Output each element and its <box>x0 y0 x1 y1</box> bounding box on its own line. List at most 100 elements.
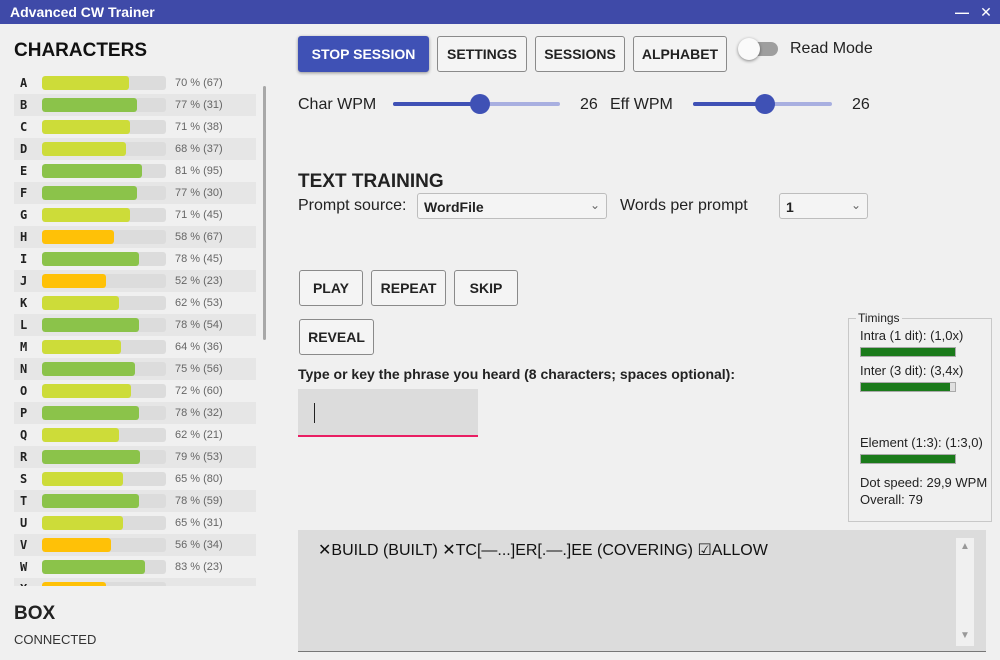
element-label: Element (1:3): (1:3,0) <box>860 435 983 450</box>
character-accuracy-fill <box>42 76 129 90</box>
character-stat: 65 % (80) <box>175 473 223 485</box>
char-wpm-slider-fill <box>393 102 480 106</box>
character-letter: A <box>20 76 28 90</box>
character-accuracy-bar <box>42 406 166 420</box>
alphabet-button[interactable]: ALPHABET <box>633 36 727 72</box>
phrase-input[interactable] <box>298 389 478 437</box>
character-letter: J <box>20 274 28 288</box>
close-button[interactable]: ✕ <box>976 2 996 22</box>
character-row[interactable]: O 72 % (60) <box>14 380 256 402</box>
character-row[interactable]: D 68 % (37) <box>14 138 256 160</box>
character-accuracy-fill <box>42 142 127 156</box>
repeat-button[interactable]: REPEAT <box>371 270 446 306</box>
character-stat: 75 % (56) <box>175 363 223 375</box>
character-letter: C <box>20 120 28 134</box>
scroll-up-icon[interactable]: ▲ <box>960 541 970 552</box>
scroll-down-icon[interactable]: ▼ <box>960 630 970 641</box>
character-stat: 68 % (37) <box>175 143 223 155</box>
character-stat: 72 % (60) <box>175 385 223 397</box>
character-letter: M <box>20 340 28 354</box>
character-accuracy-bar <box>42 472 166 486</box>
read-mode-label: Read Mode <box>790 40 873 57</box>
character-list-scrollbar[interactable] <box>263 86 266 340</box>
character-letter: L <box>20 318 28 332</box>
character-accuracy-fill <box>42 406 139 420</box>
sessions-button[interactable]: SESSIONS <box>535 36 625 72</box>
character-row[interactable]: H 58 % (67) <box>14 226 256 248</box>
read-mode-toggle-thumb[interactable] <box>738 38 760 60</box>
character-accuracy-bar <box>42 142 166 156</box>
words-per-prompt-select[interactable]: 1 ⌄ <box>779 193 868 219</box>
character-row[interactable]: L 78 % (54) <box>14 314 256 336</box>
character-letter: D <box>20 142 28 156</box>
character-stat: 64 % (36) <box>175 341 223 353</box>
character-accuracy-fill <box>42 120 131 134</box>
character-stat: 78 % (54) <box>175 319 223 331</box>
eff-wpm-slider[interactable] <box>693 94 832 114</box>
character-row[interactable]: C 71 % (38) <box>14 116 256 138</box>
stop-session-button[interactable]: STOP SESSION <box>298 36 429 72</box>
character-row[interactable]: U 65 % (31) <box>14 512 256 534</box>
character-row[interactable]: K 62 % (53) <box>14 292 256 314</box>
intra-bar <box>860 347 956 357</box>
chevron-down-icon: ⌄ <box>850 198 861 212</box>
character-row[interactable]: S 65 % (80) <box>14 468 256 490</box>
character-accuracy-bar <box>42 76 166 90</box>
character-row[interactable]: B 77 % (31) <box>14 94 256 116</box>
character-letter: R <box>20 450 28 464</box>
character-row[interactable]: I 78 % (45) <box>14 248 256 270</box>
character-row[interactable]: T 78 % (59) <box>14 490 256 512</box>
char-wpm-label: Char WPM <box>298 96 377 113</box>
eff-wpm-slider-thumb[interactable] <box>755 94 776 114</box>
text-caret <box>314 403 315 423</box>
character-stat: 65 % (31) <box>175 517 223 529</box>
character-accuracy-bar <box>42 362 166 376</box>
character-accuracy-fill <box>42 274 107 288</box>
character-row[interactable]: Q 62 % (21) <box>14 424 256 446</box>
play-button[interactable]: PLAY <box>299 270 363 306</box>
character-row[interactable]: J 52 % (23) <box>14 270 256 292</box>
character-stat: 52 % (23) <box>175 275 223 287</box>
character-accuracy-bar <box>42 274 166 288</box>
character-row[interactable]: R 79 % (53) <box>14 446 256 468</box>
overall-score: Overall: 79 <box>860 492 923 507</box>
character-stat: 71 % (45) <box>175 209 223 221</box>
char-wpm-slider[interactable] <box>393 94 560 114</box>
char-wpm-slider-thumb[interactable] <box>469 94 490 114</box>
character-letter: N <box>20 362 28 376</box>
character-row[interactable]: E 81 % (95) <box>14 160 256 182</box>
character-stat: 71 % (38) <box>175 121 223 133</box>
character-stat: 70 % (67) <box>175 77 223 89</box>
inter-label: Inter (3 dit): (3,4x) <box>860 363 964 378</box>
prompt-source-value: WordFile <box>424 199 484 215</box>
character-list[interactable]: A 70 % (67) B 77 % (31) C 71 % (38) D 68 % (37)… <box>14 72 256 586</box>
character-row[interactable]: G 71 % (45) <box>14 204 256 226</box>
character-accuracy-fill <box>42 362 135 376</box>
character-stat: 58 % (67) <box>175 231 223 243</box>
char-wpm-value: 26 <box>580 96 598 113</box>
settings-button[interactable]: SETTINGS <box>437 36 527 72</box>
reveal-button[interactable]: REVEAL <box>299 319 374 355</box>
character-row[interactable]: A 70 % (67) <box>14 72 256 94</box>
character-stat: 62 % (53) <box>175 297 223 309</box>
prompt-source-label: Prompt source: <box>298 197 407 214</box>
phrase-input-label: Type or key the phrase you heard (8 char… <box>298 366 735 382</box>
character-row[interactable]: N 75 % (56) <box>14 358 256 380</box>
minimize-button[interactable]: — <box>952 2 972 22</box>
character-stat: 62 % (21) <box>175 429 223 441</box>
character-row[interactable]: W 83 % (23) <box>14 556 256 578</box>
eff-wpm-value: 26 <box>852 96 870 113</box>
character-row[interactable]: M 64 % (36) <box>14 336 256 358</box>
character-row[interactable]: F 77 % (30) <box>14 182 256 204</box>
character-row[interactable]: P 78 % (32) <box>14 402 256 424</box>
character-row[interactable]: X <box>14 578 256 586</box>
skip-button[interactable]: SKIP <box>454 270 518 306</box>
character-row[interactable]: V 56 % (34) <box>14 534 256 556</box>
character-accuracy-bar <box>42 230 166 244</box>
character-stat: 79 % (53) <box>175 451 223 463</box>
prompt-source-select[interactable]: WordFile ⌄ <box>417 193 607 219</box>
character-accuracy-bar <box>42 384 166 398</box>
character-accuracy-fill <box>42 98 138 112</box>
character-letter: O <box>20 384 28 398</box>
character-accuracy-bar <box>42 252 166 266</box>
